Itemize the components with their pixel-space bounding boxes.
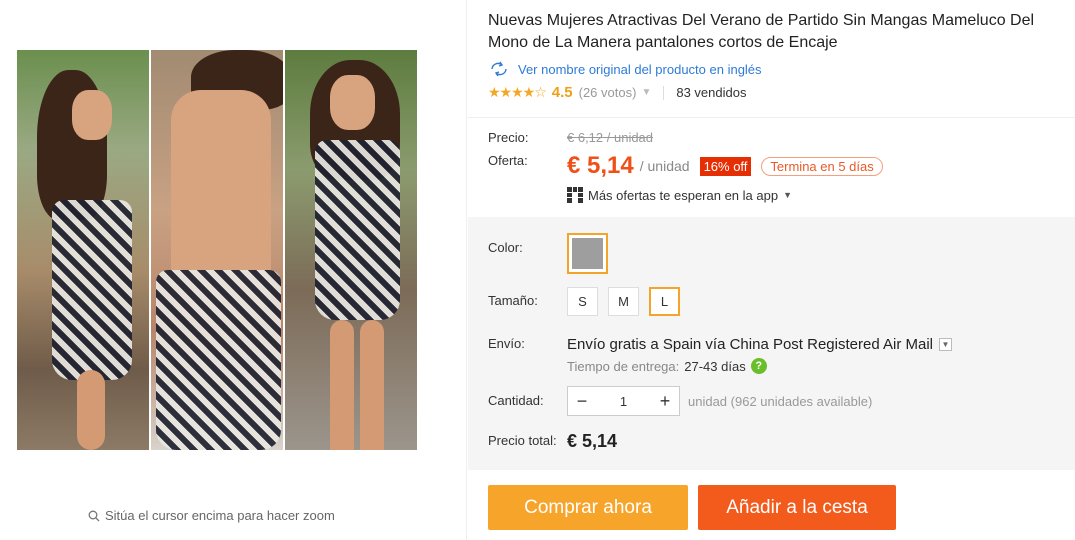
zoom-hint: Sitúa el cursor encima para hacer zoom <box>88 508 335 523</box>
translate-link-text: Ver nombre original del producto en ingl… <box>518 61 762 77</box>
shipping-method-text: Envío gratis a Spain vía China Post Regi… <box>567 336 934 353</box>
size-label: Tamaño: <box>488 293 538 308</box>
rating-row: ★★★★☆ 4.5 (26 votos) ▼ 83 vendidos <box>488 84 1068 101</box>
size-option-m[interactable]: M <box>608 287 639 316</box>
photo-panel-front <box>285 50 417 450</box>
product-main-image[interactable] <box>17 50 417 450</box>
shipping-method[interactable]: Envío gratis a Spain vía China Post Regi… <box>567 336 953 353</box>
discount-badge: 16% off <box>699 156 752 176</box>
translate-icon <box>491 61 507 77</box>
sold-count: 83 vendidos <box>676 85 747 100</box>
color-swatch-fill <box>572 238 603 269</box>
color-label: Color: <box>488 240 523 255</box>
current-price: € 5,14 <box>567 152 634 179</box>
translate-link[interactable]: Ver nombre original del producto en ingl… <box>488 60 1068 78</box>
section-divider <box>468 117 1075 118</box>
app-offers-text: Más ofertas te esperan en la app <box>588 187 779 203</box>
chevron-down-icon[interactable]: ▼ <box>641 87 651 98</box>
quantity-label: Cantidad: <box>488 393 544 408</box>
shipping-label: Envío: <box>488 336 525 351</box>
zoom-hint-text: Sitúa el cursor encima para hacer zoom <box>105 508 335 523</box>
help-question-icon[interactable]: ? <box>750 358 767 374</box>
total-price-value: € 5,14 <box>567 431 618 451</box>
delivery-time: Tiempo de entrega: 27-43 días ? <box>567 358 767 374</box>
color-swatch-gray[interactable] <box>567 233 608 274</box>
offer-ends-badge: Termina en 5 días <box>761 156 883 176</box>
photo-panel-side <box>17 50 151 450</box>
buy-now-button[interactable]: Comprar ahora <box>488 485 688 530</box>
qr-code-icon <box>567 187 583 203</box>
price-label: Precio: <box>488 130 529 145</box>
product-title: Nuevas Mujeres Atractivas Del Verano de … <box>488 12 1035 51</box>
delivery-time-label: Tiempo de entrega: <box>567 358 680 374</box>
offer-price-line: € 5,14 / unidad 16% off Termina en 5 día… <box>567 152 883 180</box>
add-to-cart-button[interactable]: Añadir a la cesta <box>698 485 896 530</box>
decrease-quantity-button[interactable]: − <box>568 387 596 415</box>
increase-quantity-button[interactable]: + <box>651 387 679 415</box>
size-option-l[interactable]: L <box>649 287 680 316</box>
chevron-down-icon[interactable]: ▼ <box>939 338 953 351</box>
quantity-value[interactable]: 1 <box>620 394 627 409</box>
product-gallery: Sitúa el cursor encima para hacer zoom <box>0 0 467 540</box>
original-price: € 6,12 / unidad <box>567 130 654 145</box>
delivery-time-days: 27-43 días <box>684 358 746 374</box>
photo-panel-back <box>151 50 285 450</box>
product-info: Nuevas Mujeres Atractivas Del Verano de … <box>488 10 1068 101</box>
votes-count[interactable]: (26 votos) <box>579 85 637 100</box>
price-unit: / unidad <box>639 158 690 174</box>
quantity-stepper: − 1 + <box>567 386 680 416</box>
magnifier-icon <box>88 510 100 521</box>
total-price-label: Precio total: <box>488 433 557 448</box>
app-offers-link[interactable]: Más ofertas te esperan en la app ▼ <box>567 187 792 203</box>
caret-down-icon: ▼ <box>783 190 792 200</box>
offer-label: Oferta: <box>488 153 528 168</box>
divider <box>663 85 665 100</box>
size-options: S M L <box>567 287 680 316</box>
size-option-s[interactable]: S <box>567 287 598 316</box>
rating-score: 4.5 <box>551 84 573 101</box>
star-rating-icon: ★★★★☆ <box>488 84 547 100</box>
quantity-availability: unidad (962 unidades available) <box>688 394 873 409</box>
